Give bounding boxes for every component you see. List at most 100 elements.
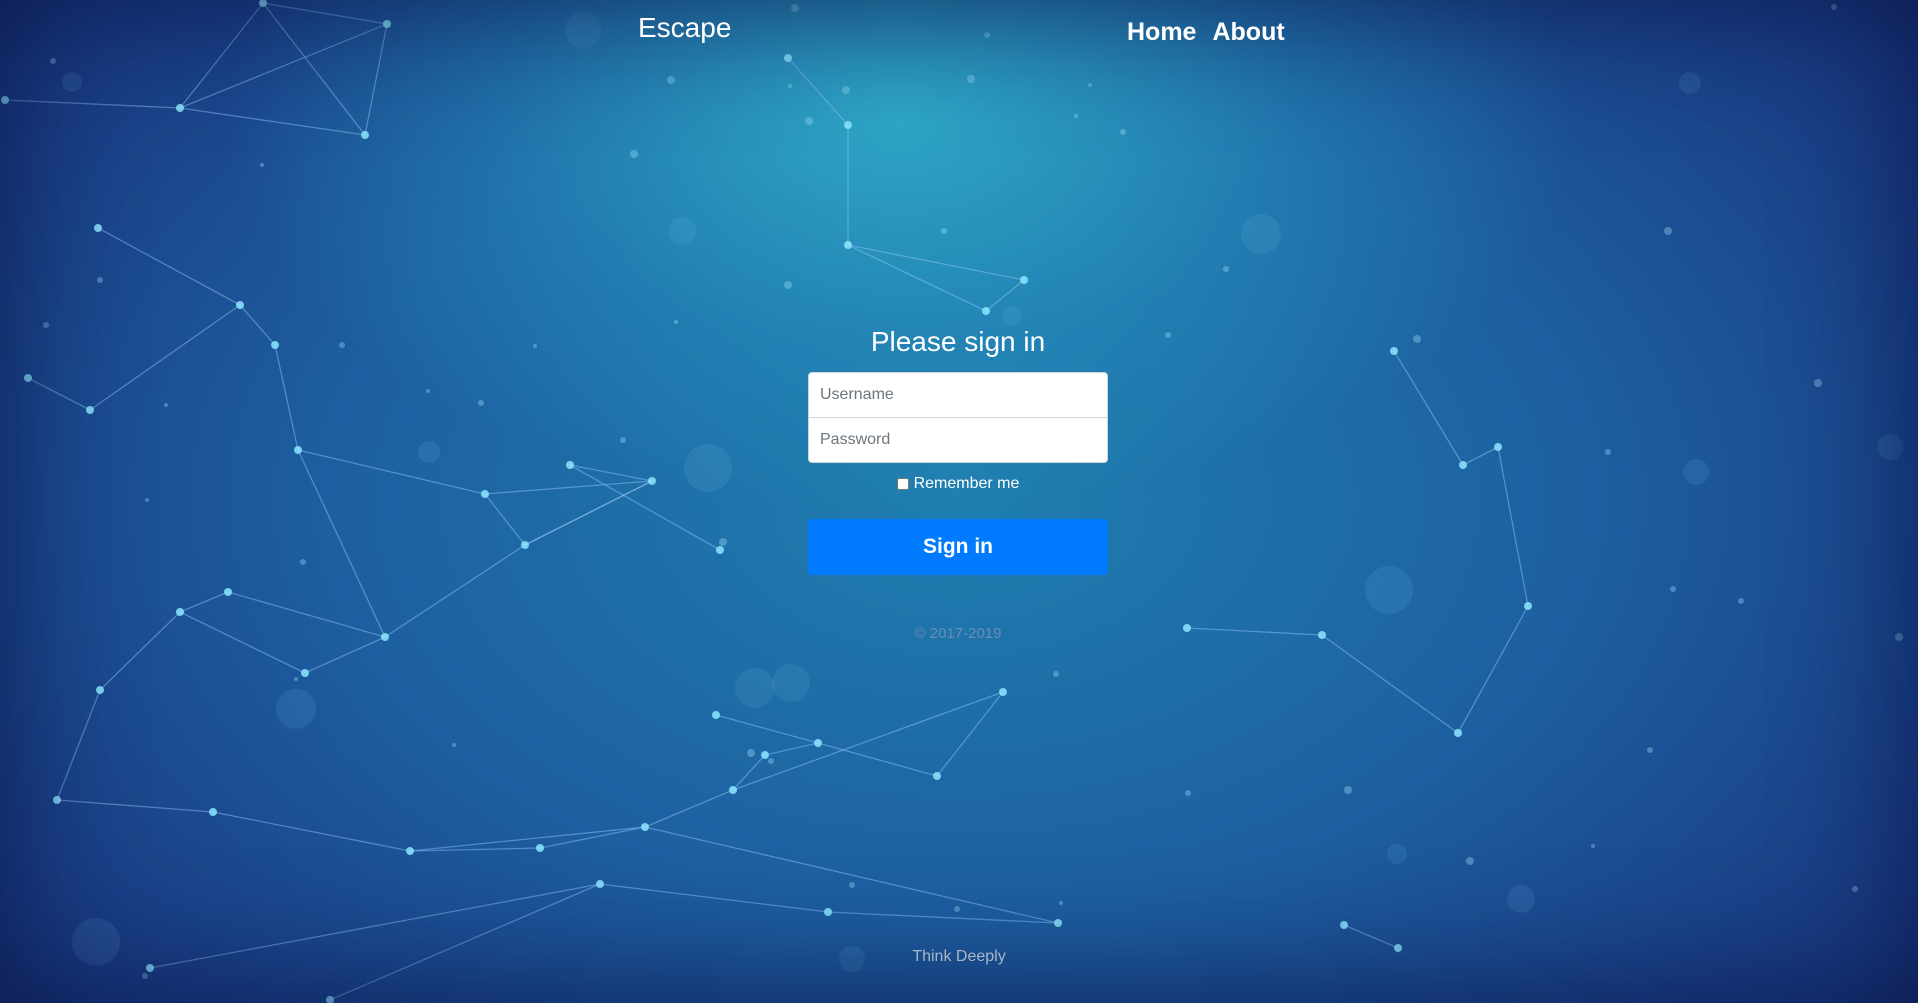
username-input[interactable] (808, 372, 1108, 418)
bokeh-particle (1664, 227, 1672, 235)
bokeh-particle (533, 344, 537, 348)
network-node (224, 588, 232, 596)
network-node (1, 96, 9, 104)
bokeh-particle (418, 441, 440, 463)
bokeh-particle (1670, 586, 1676, 592)
network-edge (827, 911, 1059, 924)
network-node (294, 446, 302, 454)
network-node (596, 880, 604, 888)
network-node (94, 224, 102, 232)
network-node (301, 669, 309, 677)
network-edge (99, 611, 181, 691)
network-node (53, 796, 61, 804)
network-node (1459, 461, 1467, 469)
bokeh-particle (1738, 598, 1744, 604)
bokeh-particle (941, 228, 947, 234)
network-edge (1457, 605, 1529, 734)
bokeh-particle (1059, 901, 1063, 905)
bokeh-particle (849, 882, 855, 888)
bokeh-particle (276, 689, 316, 729)
network-edge (1186, 627, 1323, 636)
bokeh-particle (478, 400, 484, 406)
network-edge (297, 449, 386, 638)
network-edge (1497, 446, 1529, 607)
network-edge (384, 544, 526, 638)
bokeh-particle (984, 32, 990, 38)
network-edge (329, 883, 601, 1001)
bokeh-particle (788, 84, 792, 88)
network-edge (484, 493, 526, 546)
bokeh-particle (1413, 335, 1421, 343)
bokeh-particle (1647, 747, 1653, 753)
network-edge (179, 2, 264, 109)
bokeh-particle (842, 86, 850, 94)
bokeh-particle (1895, 633, 1903, 641)
brand-logo-link[interactable]: Escape (638, 12, 731, 44)
bokeh-particle (339, 342, 345, 348)
network-node (176, 608, 184, 616)
remember-me-row: Remember me (808, 475, 1108, 493)
network-edge (262, 2, 366, 136)
network-edge (239, 304, 276, 346)
network-edge (847, 244, 1025, 281)
network-edge (89, 304, 241, 411)
bokeh-particle (805, 117, 813, 125)
network-node (729, 786, 737, 794)
remember-me-checkbox[interactable] (896, 478, 909, 490)
network-node (326, 996, 334, 1003)
network-node (383, 20, 391, 28)
bokeh-particle (1223, 266, 1229, 272)
network-node (1454, 729, 1462, 737)
network-node (381, 633, 389, 641)
bokeh-particle (1185, 790, 1191, 796)
network-edge (97, 227, 241, 306)
bokeh-particle (300, 559, 306, 565)
bokeh-particle (260, 163, 264, 167)
network-edge (484, 480, 653, 495)
network-edge (1321, 634, 1459, 734)
bokeh-particle (620, 437, 626, 443)
bokeh-particle (1002, 306, 1022, 326)
bokeh-particle (1120, 129, 1126, 135)
network-edge (56, 689, 101, 801)
bokeh-particle (145, 498, 149, 502)
bokeh-particle (294, 677, 298, 681)
bokeh-particle (1074, 114, 1078, 118)
bokeh-particle (97, 277, 103, 283)
network-node (1390, 347, 1398, 355)
network-edge (1393, 350, 1464, 466)
signin-form: Please sign in Remember me Sign in © 201… (808, 326, 1108, 642)
network-edge (4, 99, 181, 109)
network-node (1183, 624, 1191, 632)
bokeh-particle (565, 12, 601, 48)
bokeh-particle (1877, 434, 1903, 460)
network-edge (599, 883, 829, 913)
network-node (784, 54, 792, 62)
bokeh-particle (630, 150, 638, 158)
bokeh-particle (954, 906, 960, 912)
bokeh-particle (967, 75, 975, 83)
bokeh-particle (1683, 459, 1709, 485)
bokeh-particle (43, 322, 49, 328)
network-node (1524, 602, 1532, 610)
bokeh-particle (1831, 4, 1837, 10)
network-edge (715, 714, 819, 744)
network-node (844, 121, 852, 129)
network-node (271, 341, 279, 349)
nav-home-link[interactable]: Home (1127, 18, 1196, 47)
network-edge (262, 2, 388, 25)
bokeh-particle (1679, 72, 1701, 94)
bokeh-particle (50, 58, 56, 64)
network-edge (732, 691, 1004, 791)
network-edge (644, 789, 734, 828)
password-input[interactable] (808, 417, 1108, 463)
network-node (1494, 443, 1502, 451)
network-node (814, 739, 822, 747)
network-node (481, 490, 489, 498)
copyright-text: © 2017-2019 (914, 625, 1002, 642)
bokeh-particle (791, 4, 799, 12)
network-edge (985, 279, 1025, 312)
nav-about-link[interactable]: About (1212, 18, 1284, 47)
network-node (536, 844, 544, 852)
sign-in-button[interactable]: Sign in (808, 519, 1108, 575)
